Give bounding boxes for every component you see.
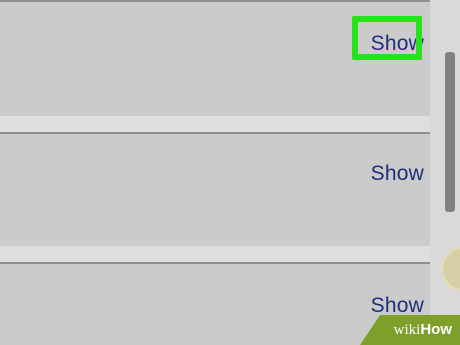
- show-button[interactable]: Show: [371, 294, 424, 318]
- row-gap: [0, 246, 430, 262]
- show-button[interactable]: Show: [371, 162, 424, 186]
- settings-list: Show Show Show: [0, 0, 430, 345]
- settings-screen: Show Show Show wikiHow: [0, 0, 460, 345]
- scrollbar-thumb[interactable]: [445, 52, 455, 212]
- list-item: Show: [0, 134, 430, 246]
- row-gap: [0, 116, 430, 132]
- list-item: Show: [0, 264, 430, 345]
- highlight-box: [352, 16, 422, 60]
- watermark-logo: wikiHow: [393, 321, 452, 338]
